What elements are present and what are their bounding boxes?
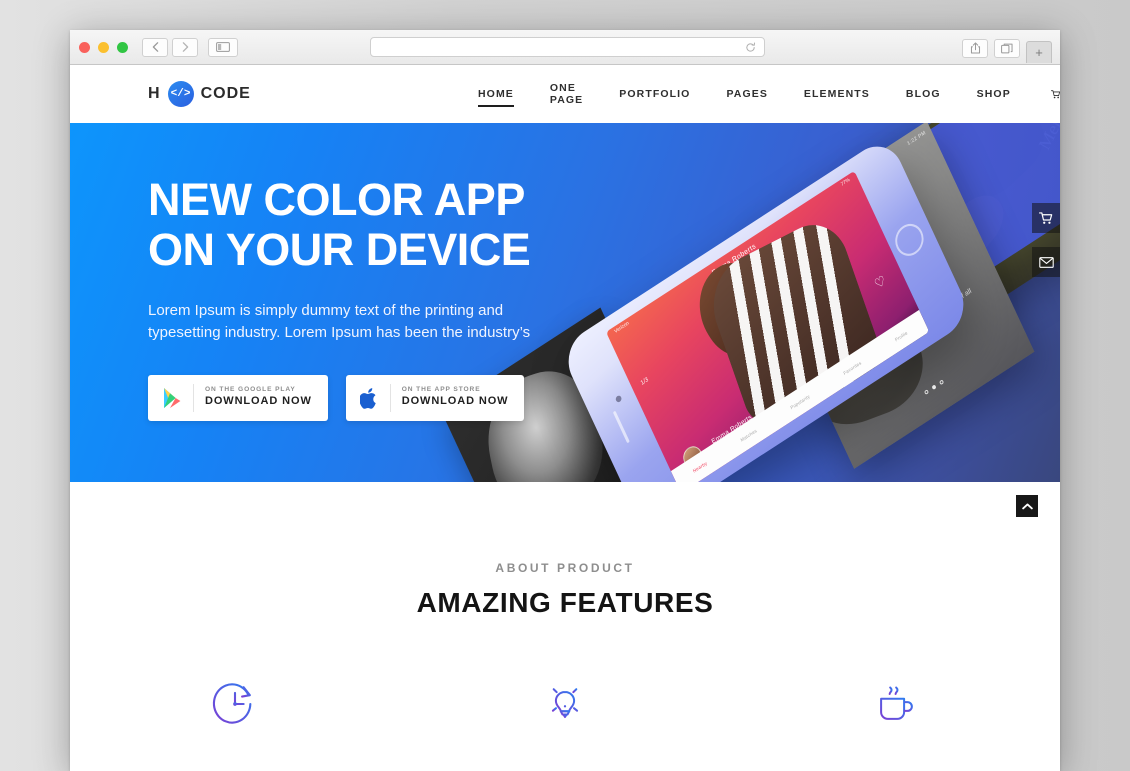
feature-item-1 <box>70 681 400 727</box>
store-subtitle: ON THE GOOGLE PLAY <box>205 385 296 393</box>
button-divider <box>389 384 391 413</box>
hero-title: NEW COLOR APP ON YOUR DEVICE <box>148 174 618 276</box>
maximize-window-button[interactable] <box>117 41 128 53</box>
nav-item-elements[interactable]: ELEMENTS <box>786 65 888 123</box>
nav-label: PORTFOLIO <box>619 88 691 100</box>
clock-history-icon <box>212 683 252 724</box>
cart-button[interactable]: (0) ITEM <box>1029 82 1060 106</box>
statusbar-time: 1:22 PM <box>906 129 927 148</box>
sidebar-toggle-icon <box>216 42 230 52</box>
hero-banner: Hair Men Verizon 1:22 PM BLOG The demand… <box>70 123 1060 482</box>
google-play-icon <box>164 388 181 409</box>
about-eyebrow: ABOUT PRODUCT <box>495 561 635 575</box>
sidebar-toggle-button[interactable] <box>208 37 238 57</box>
logo-letter-left: H <box>148 85 161 102</box>
phone-tab-popularity[interactable]: Popularity <box>789 393 810 410</box>
nav-item-portfolio[interactable]: PORTFOLIO <box>601 65 708 123</box>
tab-overview-icon <box>1001 43 1013 53</box>
toolbar-right-actions: + <box>962 37 1052 63</box>
show-tabs-button[interactable] <box>994 38 1020 58</box>
new-tab-button[interactable]: + <box>1026 41 1052 63</box>
chevron-right-icon <box>182 42 188 52</box>
nav-item-home[interactable]: HOME <box>460 65 532 123</box>
site-logo[interactable]: H </> CODE <box>148 81 251 107</box>
phone-tab-nearby[interactable]: Nearby <box>692 460 708 473</box>
address-bar[interactable] <box>370 37 765 57</box>
nav-label: SHOP <box>976 88 1011 100</box>
nav-label: PAGES <box>726 88 768 100</box>
cart-icon <box>1039 211 1053 224</box>
features-row <box>70 681 1060 727</box>
nav-item-pages[interactable]: PAGES <box>708 65 785 123</box>
favorite-heart-icon[interactable]: ♡ <box>872 272 889 293</box>
store-title: DOWNLOAD NOW <box>401 395 509 408</box>
side-cart-button[interactable] <box>1032 203 1060 233</box>
coffee-cup-icon <box>880 686 913 720</box>
navigation-buttons <box>142 37 198 57</box>
store-subtitle: ON THE APP STORE <box>401 385 481 393</box>
window-controls <box>79 41 128 53</box>
close-window-button[interactable] <box>79 41 90 53</box>
hero-title-line-1: NEW COLOR APP <box>148 174 525 225</box>
minimize-window-button[interactable] <box>98 41 109 53</box>
nav-label: BLOG <box>905 88 941 100</box>
new-tab-label: + <box>1035 45 1043 60</box>
store-title: DOWNLOAD NOW <box>205 395 312 408</box>
apple-icon <box>359 387 376 409</box>
scroll-to-top-button[interactable] <box>1016 495 1038 517</box>
button-divider <box>193 384 194 413</box>
phone-battery: 77% <box>839 176 851 188</box>
phone-tab-favorites[interactable]: Favorites <box>842 360 861 376</box>
hero-content: NEW COLOR APP ON YOUR DEVICE Lorem Ipsum… <box>148 174 618 422</box>
side-mail-button[interactable] <box>1032 247 1060 277</box>
main-navigation: HOME ONE PAGE PORTFOLIO PAGES ELEMENTS B… <box>460 65 1060 123</box>
nav-item-shop[interactable]: SHOP <box>959 65 1029 123</box>
logo-code-icon: </> <box>167 81 194 107</box>
photo-counter: 1/3 <box>639 376 650 387</box>
browser-toolbar: + <box>70 30 1060 65</box>
share-button[interactable] <box>962 38 988 58</box>
floating-side-actions <box>1032 203 1060 291</box>
hero-artwork: Hair Men Verizon 1:22 PM BLOG The demand… <box>441 123 1060 482</box>
nav-label: ELEMENTS <box>803 88 870 100</box>
browser-window: + H </> CODE HOME ONE PAGE PORTFOLIO PAG… <box>70 30 1060 771</box>
nav-item-blog[interactable]: BLOG <box>888 65 959 123</box>
site-header: H </> CODE HOME ONE PAGE PORTFOLIO PAGES… <box>70 65 1060 123</box>
chevron-left-icon <box>152 42 158 52</box>
phone-tab-profile[interactable]: Profile <box>894 330 908 342</box>
app-store-labels: ON THE APP STORE DOWNLOAD NOW <box>402 386 509 411</box>
phone-tab-matches[interactable]: Matches <box>740 428 758 443</box>
chevron-up-icon <box>1021 502 1033 509</box>
feature-item-2 <box>400 681 730 727</box>
mail-icon <box>1038 256 1054 268</box>
hero-subtitle: Lorem Ipsum is simply dummy text of the … <box>148 301 531 341</box>
nav-label: ONE PAGE <box>549 82 584 106</box>
feature-item-3 <box>730 681 1060 727</box>
nav-item-one-page[interactable]: ONE PAGE <box>532 65 601 123</box>
forward-button[interactable] <box>172 37 198 57</box>
hero-title-line-2: ON YOUR DEVICE <box>148 224 531 276</box>
lightbulb-idea-icon <box>546 683 584 719</box>
hero-cta-group: ON THE GOOGLE PLAY DOWNLOAD NOW ON THE A… <box>148 375 618 422</box>
logo-letter-right: CODE <box>200 85 251 102</box>
about-product-section: ABOUT PRODUCT AMAZING FEATURES <box>70 482 1060 771</box>
shopping-cart-icon <box>1050 89 1060 98</box>
reload-icon[interactable] <box>745 42 756 53</box>
carousel-dots[interactable] <box>923 379 944 396</box>
google-play-button[interactable]: ON THE GOOGLE PLAY DOWNLOAD NOW <box>148 375 328 422</box>
share-icon <box>970 42 980 54</box>
nav-label: HOME <box>478 88 514 100</box>
about-title: AMAZING FEATURES <box>416 587 714 618</box>
google-play-labels: ON THE GOOGLE PLAY DOWNLOAD NOW <box>205 386 312 411</box>
app-store-button[interactable]: ON THE APP STORE DOWNLOAD NOW <box>345 375 525 422</box>
back-button[interactable] <box>142 37 168 57</box>
